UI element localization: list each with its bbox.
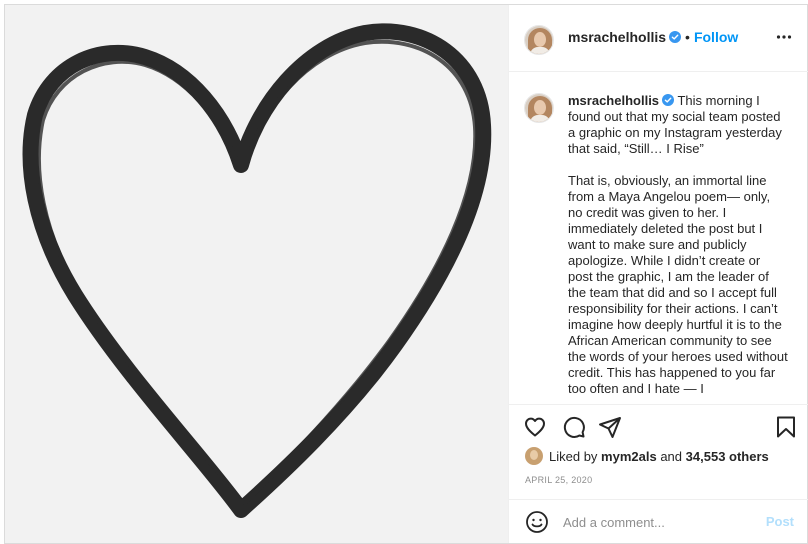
likes-prefix: Liked by [549, 449, 598, 464]
post-comment-button[interactable]: Post [766, 514, 794, 529]
like-heart-icon[interactable] [523, 415, 547, 439]
save-bookmark-icon[interactable] [774, 415, 798, 439]
emoji-icon[interactable] [525, 510, 549, 534]
caption-scroll-area[interactable]: msrachelhollis This morning I found out … [509, 73, 808, 405]
post-sidebar: msrachelhollis • Follow msrachelhollis Thi… [508, 5, 808, 543]
follow-button[interactable]: Follow [694, 29, 738, 45]
caption-author-avatar[interactable] [524, 93, 554, 123]
comment-input[interactable] [563, 512, 753, 532]
caption-paragraph-2: That is, obviously, an immortal line fro… [568, 173, 788, 396]
likes-others-count[interactable]: 34,553 others [686, 449, 769, 464]
heart-drawing [22, 23, 492, 518]
more-options-icon[interactable] [776, 29, 792, 45]
author-username[interactable]: msrachelhollis [568, 29, 666, 45]
liker-avatar[interactable] [525, 447, 543, 465]
separator-dot: • [685, 29, 690, 45]
verified-badge-icon [662, 94, 675, 106]
share-icon[interactable] [598, 415, 622, 439]
instagram-post: msrachelhollis • Follow msrachelhollis Thi… [4, 4, 808, 544]
likes-summary: Liked by mym2als and 34,553 others [525, 447, 769, 465]
caption-text: msrachelhollis This morning I found out … [568, 93, 788, 404]
post-header: msrachelhollis • Follow [509, 5, 808, 72]
action-bar [509, 407, 808, 447]
verified-badge-icon [669, 31, 682, 43]
post-date[interactable]: APRIL 25, 2020 [525, 475, 592, 485]
post-image[interactable] [5, 5, 508, 543]
comment-icon[interactable] [562, 415, 586, 439]
header-meta: msrachelhollis • Follow [568, 29, 738, 45]
likes-conjunction: and [660, 449, 683, 464]
author-avatar[interactable] [524, 25, 554, 55]
caption-username[interactable]: msrachelhollis [568, 93, 659, 108]
caption-paragraph-1: msrachelhollis This morning I found out … [568, 93, 788, 157]
comment-bar: Post [509, 499, 808, 543]
liker-username[interactable]: mym2als [601, 449, 657, 464]
